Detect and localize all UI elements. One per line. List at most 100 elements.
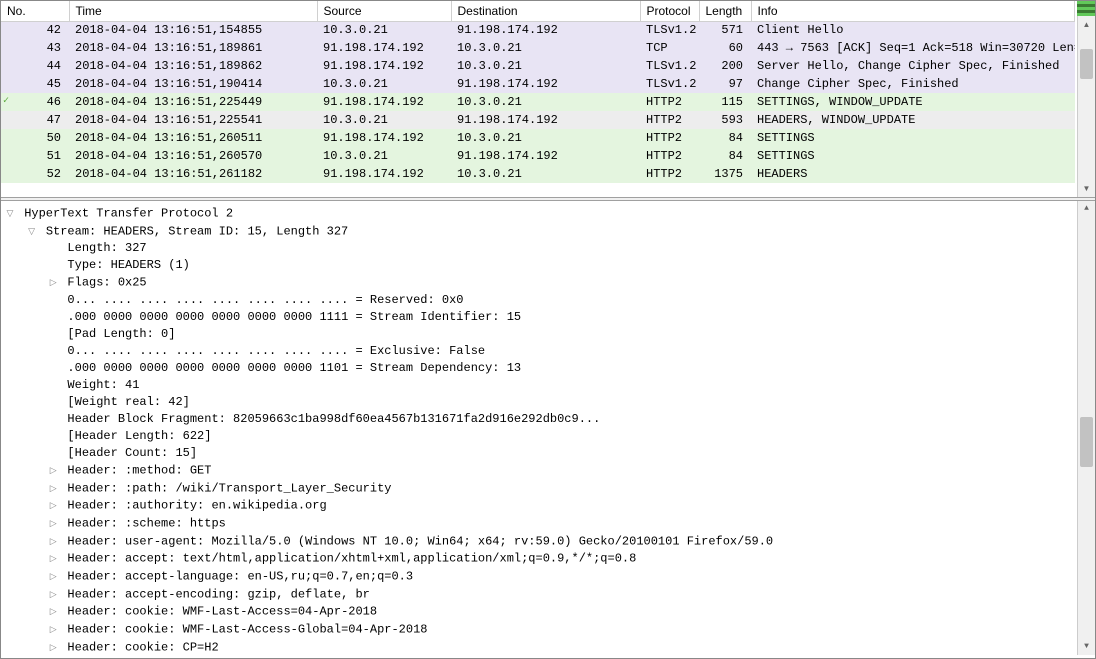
col-header-no[interactable]: No. xyxy=(1,1,69,21)
packet-row[interactable]: 522018-04-04 13:16:51,26118291.198.174.1… xyxy=(1,165,1075,183)
tree-node[interactable]: Header: user-agent: Mozilla/5.0 (Windows… xyxy=(3,533,1095,551)
cell-time: 2018-04-04 13:16:51,225541 xyxy=(69,111,317,129)
cell-protocol: TLSv1.2 xyxy=(640,21,699,39)
packet-table[interactable]: No. Time Source Destination Protocol Len… xyxy=(1,1,1075,183)
tree-node[interactable]: 0... .... .... .... .... .... .... .... … xyxy=(3,292,1095,309)
tree-node[interactable]: [Pad Length: 0] xyxy=(3,326,1095,343)
cell-no: 45 xyxy=(1,75,69,93)
packet-row[interactable]: 422018-04-04 13:16:51,15485510.3.0.2191.… xyxy=(1,21,1075,39)
expand-arrow-icon[interactable] xyxy=(46,568,60,585)
tree-node[interactable]: Type: HEADERS (1) xyxy=(3,257,1095,274)
expand-arrow-icon[interactable] xyxy=(46,480,60,497)
packet-list-pane[interactable]: No. Time Source Destination Protocol Len… xyxy=(1,1,1095,197)
scroll-thumb[interactable] xyxy=(1080,49,1093,79)
packet-row[interactable]: 442018-04-04 13:16:51,18986291.198.174.1… xyxy=(1,57,1075,75)
expand-arrow-icon[interactable] xyxy=(46,639,60,655)
cell-source: 91.198.174.192 xyxy=(317,93,451,111)
col-header-info[interactable]: Info xyxy=(751,1,1075,21)
tree-node[interactable]: [Header Count: 15] xyxy=(3,445,1095,462)
tree-node[interactable]: Header Block Fragment: 82059663c1ba998df… xyxy=(3,411,1095,428)
cell-destination: 91.198.174.192 xyxy=(451,147,640,165)
tree-node-label: Header: :scheme: https xyxy=(67,517,225,531)
expand-arrow-icon[interactable] xyxy=(46,515,60,532)
cell-protocol: TLSv1.2 xyxy=(640,75,699,93)
tree-node[interactable]: HyperText Transfer Protocol 2 xyxy=(3,205,1095,223)
packet-row[interactable]: 512018-04-04 13:16:51,26057010.3.0.2191.… xyxy=(1,147,1075,165)
col-header-length[interactable]: Length xyxy=(699,1,751,21)
tree-node[interactable]: Weight: 41 xyxy=(3,377,1095,394)
cell-destination: 10.3.0.21 xyxy=(451,39,640,57)
tree-node[interactable]: [Weight real: 42] xyxy=(3,394,1095,411)
tree-node[interactable]: Length: 327 xyxy=(3,240,1095,257)
tree-node[interactable]: [Header Length: 622] xyxy=(3,428,1095,445)
packet-row[interactable]: ✓462018-04-04 13:16:51,22544991.198.174.… xyxy=(1,93,1075,111)
packet-row[interactable]: 472018-04-04 13:16:51,22554110.3.0.2191.… xyxy=(1,111,1075,129)
cell-protocol: TLSv1.2 xyxy=(640,57,699,75)
tree-node[interactable]: Header: cookie: CP=H2 xyxy=(3,639,1095,655)
scroll-up-icon[interactable]: ▲ xyxy=(1078,17,1095,33)
cell-destination: 91.198.174.192 xyxy=(451,111,640,129)
tree-node-label: Header: cookie: WMF-Last-Access=04-Apr-2… xyxy=(67,605,377,619)
expand-arrow-icon[interactable] xyxy=(46,603,60,620)
tree-node-label: 0... .... .... .... .... .... .... .... … xyxy=(67,293,463,307)
tree-node-label: Header: accept: text/html,application/xh… xyxy=(67,552,636,566)
expand-arrow-icon[interactable] xyxy=(46,462,60,479)
tree-node[interactable]: Stream: HEADERS, Stream ID: 15, Length 3… xyxy=(3,223,1095,241)
expand-arrow-icon[interactable] xyxy=(46,586,60,603)
expand-arrow-icon[interactable] xyxy=(46,497,60,514)
cell-length: 115 xyxy=(699,93,751,111)
cell-protocol: HTTP2 xyxy=(640,93,699,111)
cell-protocol: HTTP2 xyxy=(640,129,699,147)
tree-node[interactable]: Flags: 0x25 xyxy=(3,274,1095,292)
tree-node[interactable]: Header: accept: text/html,application/xh… xyxy=(3,550,1095,568)
tree-node[interactable]: Header: :method: GET xyxy=(3,462,1095,480)
cell-length: 593 xyxy=(699,111,751,129)
tree-node[interactable]: Header: accept-language: en-US,ru;q=0.7,… xyxy=(3,568,1095,586)
cell-info: 443 → 7563 [ACK] Seq=1 Ack=518 Win=30720… xyxy=(751,39,1075,57)
tree-node[interactable]: 0... .... .... .... .... .... .... .... … xyxy=(3,343,1095,360)
tree-node-label: Header: accept-language: en-US,ru;q=0.7,… xyxy=(67,570,413,584)
cell-time: 2018-04-04 13:16:51,190414 xyxy=(69,75,317,93)
scroll-thumb[interactable] xyxy=(1080,417,1093,467)
tree-node[interactable]: Header: :scheme: https xyxy=(3,515,1095,533)
col-header-source[interactable]: Source xyxy=(317,1,451,21)
col-header-destination[interactable]: Destination xyxy=(451,1,640,21)
scroll-down-icon[interactable]: ▼ xyxy=(1078,181,1095,197)
scroll-down-icon[interactable]: ▼ xyxy=(1078,639,1095,655)
collapse-arrow-icon[interactable] xyxy=(3,205,17,222)
expand-arrow-icon[interactable] xyxy=(46,550,60,567)
packet-row[interactable]: 502018-04-04 13:16:51,26051191.198.174.1… xyxy=(1,129,1075,147)
tree-node-label: Stream: HEADERS, Stream ID: 15, Length 3… xyxy=(46,224,348,238)
expand-arrow-icon[interactable] xyxy=(46,621,60,638)
tree-node[interactable]: Header: :path: /wiki/Transport_Layer_Sec… xyxy=(3,480,1095,498)
packet-list-scrollbar[interactable]: ▲ ▼ xyxy=(1077,1,1095,197)
col-header-protocol[interactable]: Protocol xyxy=(640,1,699,21)
col-header-time[interactable]: Time xyxy=(69,1,317,21)
packet-row[interactable]: 432018-04-04 13:16:51,18986191.198.174.1… xyxy=(1,39,1075,57)
cell-length: 200 xyxy=(699,57,751,75)
collapse-arrow-icon[interactable] xyxy=(25,223,39,240)
cell-info: Server Hello, Change Cipher Spec, Finish… xyxy=(751,57,1075,75)
expand-arrow-icon[interactable] xyxy=(46,274,60,291)
details-scrollbar[interactable]: ▲ ▼ xyxy=(1077,201,1095,655)
tree-node[interactable]: Header: cookie: WMF-Last-Access-Global=0… xyxy=(3,621,1095,639)
cell-no: 43 xyxy=(1,39,69,57)
packet-details-pane[interactable]: HyperText Transfer Protocol 2 Stream: HE… xyxy=(1,201,1095,655)
cell-source: 10.3.0.21 xyxy=(317,111,451,129)
cell-length: 60 xyxy=(699,39,751,57)
tree-node[interactable]: Header: :authority: en.wikipedia.org xyxy=(3,497,1095,515)
expand-arrow-icon[interactable] xyxy=(46,533,60,550)
cell-no: 52 xyxy=(1,165,69,183)
cell-no: ✓46 xyxy=(1,93,69,111)
cell-info: SETTINGS xyxy=(751,147,1075,165)
packet-row[interactable]: 452018-04-04 13:16:51,19041410.3.0.2191.… xyxy=(1,75,1075,93)
scroll-up-icon[interactable]: ▲ xyxy=(1078,201,1095,217)
tree-node[interactable]: .000 0000 0000 0000 0000 0000 0000 1111 … xyxy=(3,309,1095,326)
tree-node[interactable]: Header: accept-encoding: gzip, deflate, … xyxy=(3,586,1095,604)
column-header-row[interactable]: No. Time Source Destination Protocol Len… xyxy=(1,1,1075,21)
tree-node-label: Type: HEADERS (1) xyxy=(67,258,189,272)
tree-node[interactable]: Header: cookie: WMF-Last-Access=04-Apr-2… xyxy=(3,603,1095,621)
cell-protocol: HTTP2 xyxy=(640,111,699,129)
tree-node[interactable]: .000 0000 0000 0000 0000 0000 0000 1101 … xyxy=(3,360,1095,377)
cell-info: Change Cipher Spec, Finished xyxy=(751,75,1075,93)
